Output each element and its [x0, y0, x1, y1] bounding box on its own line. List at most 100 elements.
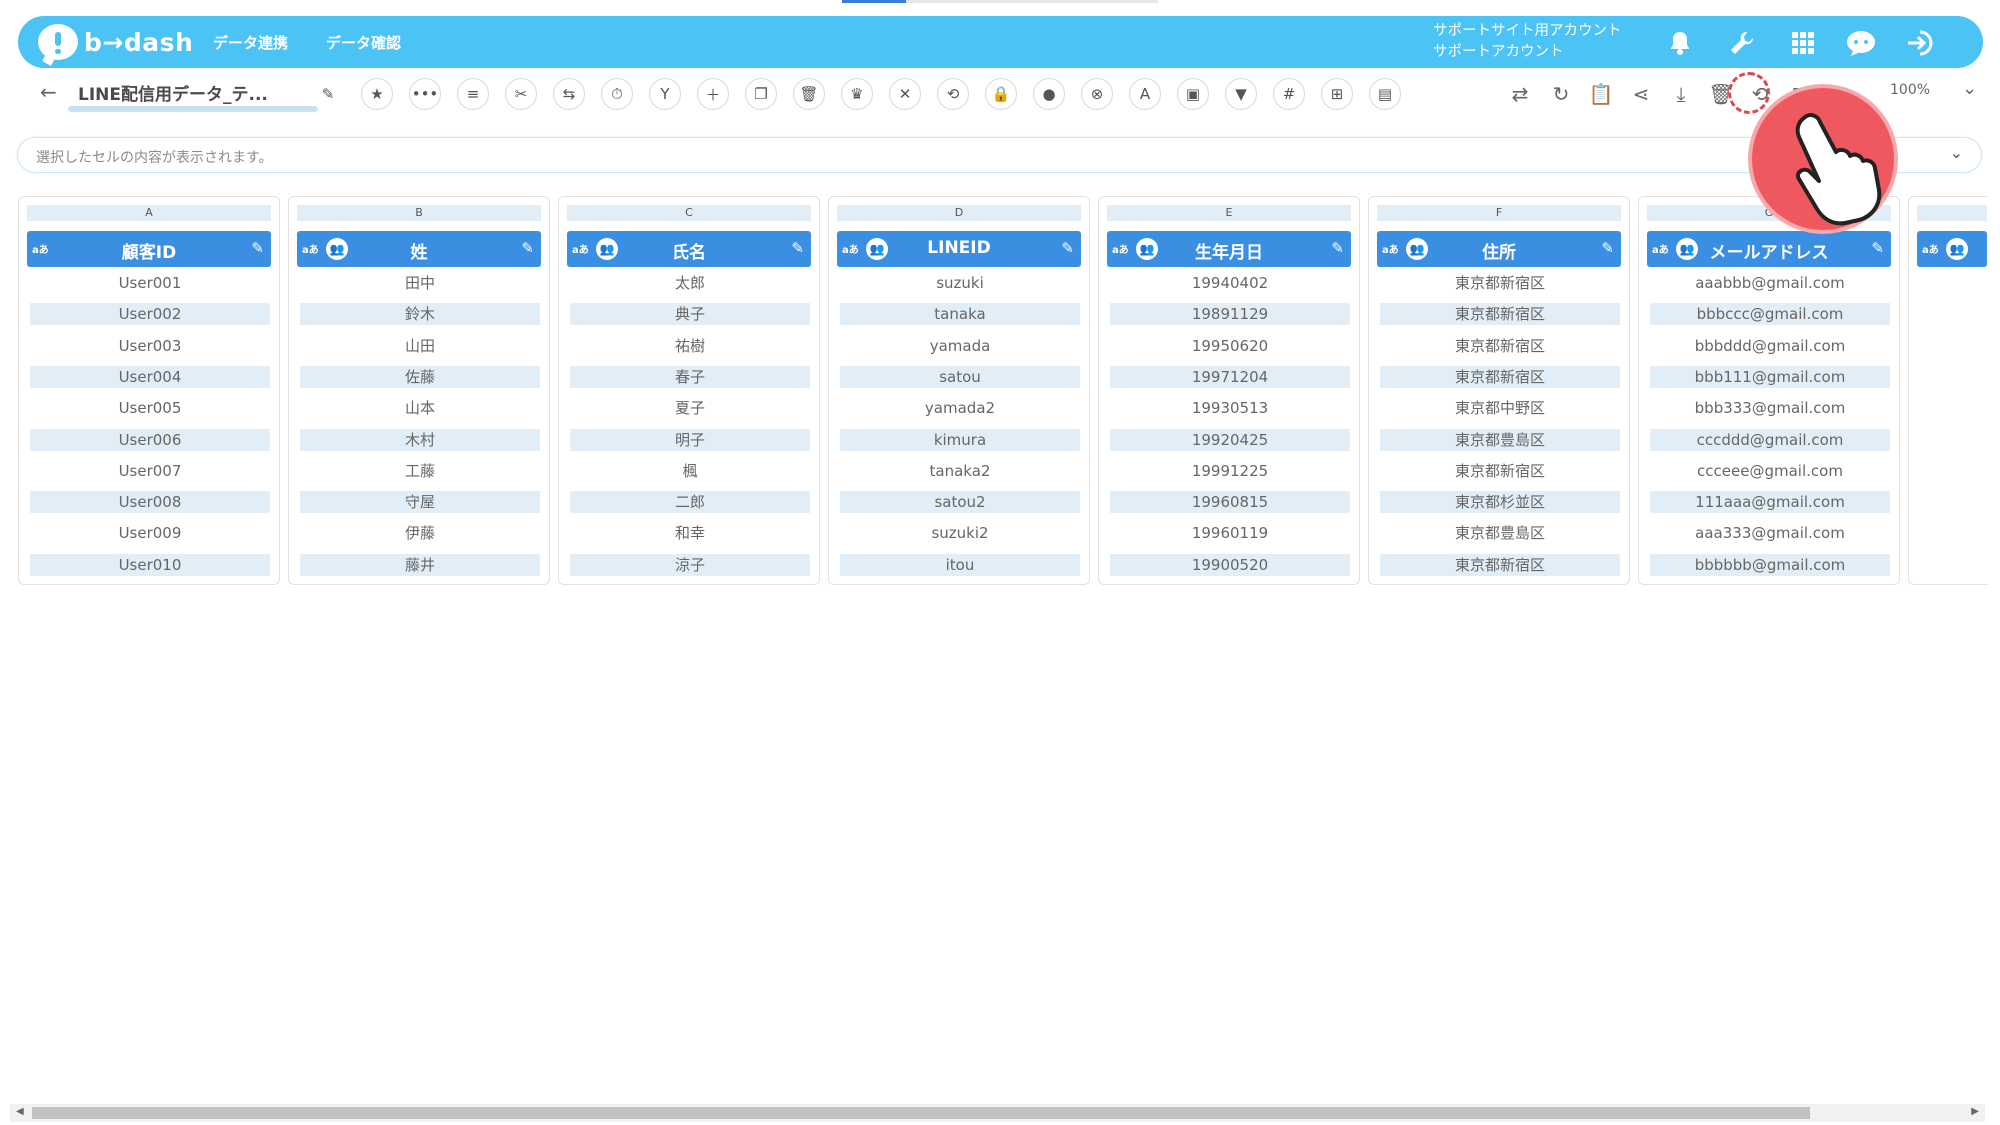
table-cell[interactable]: 111aaa@gmail.com [1650, 491, 1890, 514]
table-cell[interactable]: 東京都新宿区 [1380, 303, 1620, 326]
sheet-column[interactable]: Daあ 👥 LINEID ✎ suzuki tanaka yamada satou yamada… [828, 196, 1090, 585]
table-cell[interactable]: 19920425 [1110, 428, 1350, 451]
table-cell[interactable]: 夏子 [570, 397, 810, 419]
table-cell[interactable]: tanaka2 [840, 460, 1080, 482]
table-cell[interactable]: 明子 [570, 428, 810, 451]
column-letter[interactable]: F [1377, 205, 1621, 221]
table-cell[interactable]: 東京都新宿区 [1380, 460, 1620, 482]
column-header[interactable]: aあ 👥 LINEID ✎ [837, 231, 1081, 267]
back-arrow-icon[interactable]: ← [40, 80, 57, 104]
account-info[interactable]: サポートサイト用アカウント サポートアカウント [1433, 21, 1622, 63]
edit-pencil-icon[interactable]: ✎ [251, 239, 264, 257]
edit-pencil-icon[interactable]: ✎ [1601, 239, 1614, 257]
text-lines-icon[interactable]: ≡ [457, 78, 489, 110]
lock-icon[interactable]: 🔒 [985, 78, 1017, 110]
column-letter[interactable]: E [1107, 205, 1351, 221]
table-cell[interactable]: User004 [30, 365, 270, 388]
table-cell[interactable]: User002 [30, 303, 270, 326]
table-cell[interactable]: 東京都豊島区 [1380, 522, 1620, 544]
chat-support-icon[interactable] [1844, 26, 1878, 60]
table-cell[interactable]: 鈴木 [300, 303, 540, 326]
sheet-column[interactable]: Baあ 👥 姓 ✎ 田中 鈴木 山田 佐藤 山本 木村 工藤 守屋 伊藤 藤井 [288, 196, 550, 585]
column-header[interactable]: aあ 👥 住所 ✎ [1377, 231, 1621, 267]
table-cell[interactable]: bbbddd@gmail.com [1650, 335, 1890, 357]
zoom-select[interactable]: 100% ⌄ [1890, 78, 1980, 99]
translate-icon[interactable]: A [1129, 78, 1161, 110]
table-cell[interactable]: 19930513 [1110, 397, 1350, 419]
cancel-circle-icon[interactable]: ⊗ [1081, 78, 1113, 110]
table-cell[interactable]: aaabbb@gmail.com [1650, 272, 1890, 294]
trash-icon[interactable]: 🗑 [793, 78, 825, 110]
table-cell[interactable]: 19960119 [1110, 522, 1350, 544]
refresh-icon[interactable]: ↻ [1545, 78, 1577, 110]
crown-icon[interactable]: ♛ [841, 78, 873, 110]
table-cell[interactable]: User005 [30, 397, 270, 419]
filter-icon[interactable]: ▼ [1225, 78, 1257, 110]
hash-grid-icon[interactable]: # [1273, 78, 1305, 110]
table-cell[interactable]: suzuki [840, 272, 1080, 294]
cell-content-bar[interactable]: 選択したセルの内容が表示されます。 ⌄ [17, 137, 1982, 173]
table-cell[interactable]: 藤井 [300, 553, 540, 576]
table-cell[interactable]: 二郎 [570, 491, 810, 514]
table-cell[interactable]: 東京都新宿区 [1380, 335, 1620, 357]
scroll-right-icon[interactable]: ▶ [1971, 1106, 1979, 1117]
table-cell[interactable]: 19940402 [1110, 272, 1350, 294]
table-cell[interactable]: 典子 [570, 303, 810, 326]
column-letter[interactable]: D [837, 205, 1081, 221]
table-cell[interactable]: 19950620 [1110, 335, 1350, 357]
table-cell[interactable]: 東京都新宿区 [1380, 553, 1620, 576]
pencil-icon[interactable]: ✎ [312, 78, 344, 110]
timer-icon[interactable]: ⏱ [601, 78, 633, 110]
table-cell[interactable]: itou [840, 553, 1080, 576]
copy-icon[interactable]: ❐ [745, 78, 777, 110]
table-cell[interactable]: User008 [30, 491, 270, 514]
column-header[interactable]: aあ 👥 氏名 ✎ [567, 231, 811, 267]
table-cell[interactable]: cccddd@gmail.com [1650, 428, 1890, 451]
table-cell[interactable]: tanaka [840, 303, 1080, 326]
logout-icon[interactable] [1904, 26, 1938, 60]
share-icon[interactable]: ⋖ [1625, 78, 1657, 110]
bell-icon[interactable] [1663, 26, 1697, 60]
column-letter[interactable]: B [297, 205, 541, 221]
clipboard-icon[interactable]: 📋 [1585, 78, 1617, 110]
nav-data-integration[interactable]: データ連携 [213, 32, 288, 53]
column-header[interactable]: aあ 👥 [1917, 231, 1987, 267]
table-cell[interactable]: ccceee@gmail.com [1650, 460, 1890, 482]
table-cell[interactable]: 守屋 [300, 491, 540, 514]
bdash-logo[interactable]: b→dash [38, 23, 193, 61]
table-cell[interactable]: aaa333@gmail.com [1650, 522, 1890, 544]
star-icon[interactable]: ★ [361, 78, 393, 110]
table-cell[interactable]: User001 [30, 272, 270, 294]
table-cell[interactable]: 和幸 [570, 522, 810, 544]
edit-pencil-icon[interactable]: ✎ [1871, 239, 1884, 257]
table-cell[interactable]: 19900520 [1110, 553, 1350, 576]
table-cell[interactable]: 19971204 [1110, 365, 1350, 388]
swap-columns-icon[interactable]: ⇆ [553, 78, 585, 110]
table-cell[interactable]: kimura [840, 428, 1080, 451]
table-cell[interactable]: 田中 [300, 272, 540, 294]
sheet-column[interactable]: Caあ 👥 氏名 ✎ 太郎 典子 祐樹 春子 夏子 明子楓二郎 和幸 涼子 [558, 196, 820, 585]
table-cell[interactable]: 太郎 [570, 272, 810, 294]
column-header[interactable]: aあ 顧客ID ✎ [27, 231, 271, 267]
scissors-icon[interactable]: ✂ [505, 78, 537, 110]
table-cell[interactable]: 楓 [570, 460, 810, 482]
table-cell[interactable]: suzuki2 [840, 522, 1080, 544]
table-cell[interactable]: bbb333@gmail.com [1650, 397, 1890, 419]
edit-pencil-icon[interactable]: ✎ [521, 239, 534, 257]
table-cell[interactable]: 春子 [570, 365, 810, 388]
table-cell[interactable]: satou [840, 365, 1080, 388]
table-cell[interactable]: 山本 [300, 397, 540, 419]
frame-icon[interactable]: ▣ [1177, 78, 1209, 110]
chevron-down-icon[interactable]: ⌄ [1950, 143, 1963, 162]
sync-arrows-icon[interactable]: ⇄ [1504, 78, 1536, 110]
film-icon[interactable]: ▤ [1369, 78, 1401, 110]
edit-pencil-icon[interactable]: ✎ [1331, 239, 1344, 257]
table-cell[interactable]: 木村 [300, 428, 540, 451]
table-cell[interactable]: User009 [30, 522, 270, 544]
table-cell[interactable]: 東京都中野区 [1380, 397, 1620, 419]
table-cell[interactable]: 佐藤 [300, 365, 540, 388]
table-cell[interactable]: 工藤 [300, 460, 540, 482]
bag-icon[interactable]: ● [1033, 78, 1065, 110]
table-cell[interactable]: 伊藤 [300, 522, 540, 544]
wrench-icon[interactable] [1725, 26, 1759, 60]
